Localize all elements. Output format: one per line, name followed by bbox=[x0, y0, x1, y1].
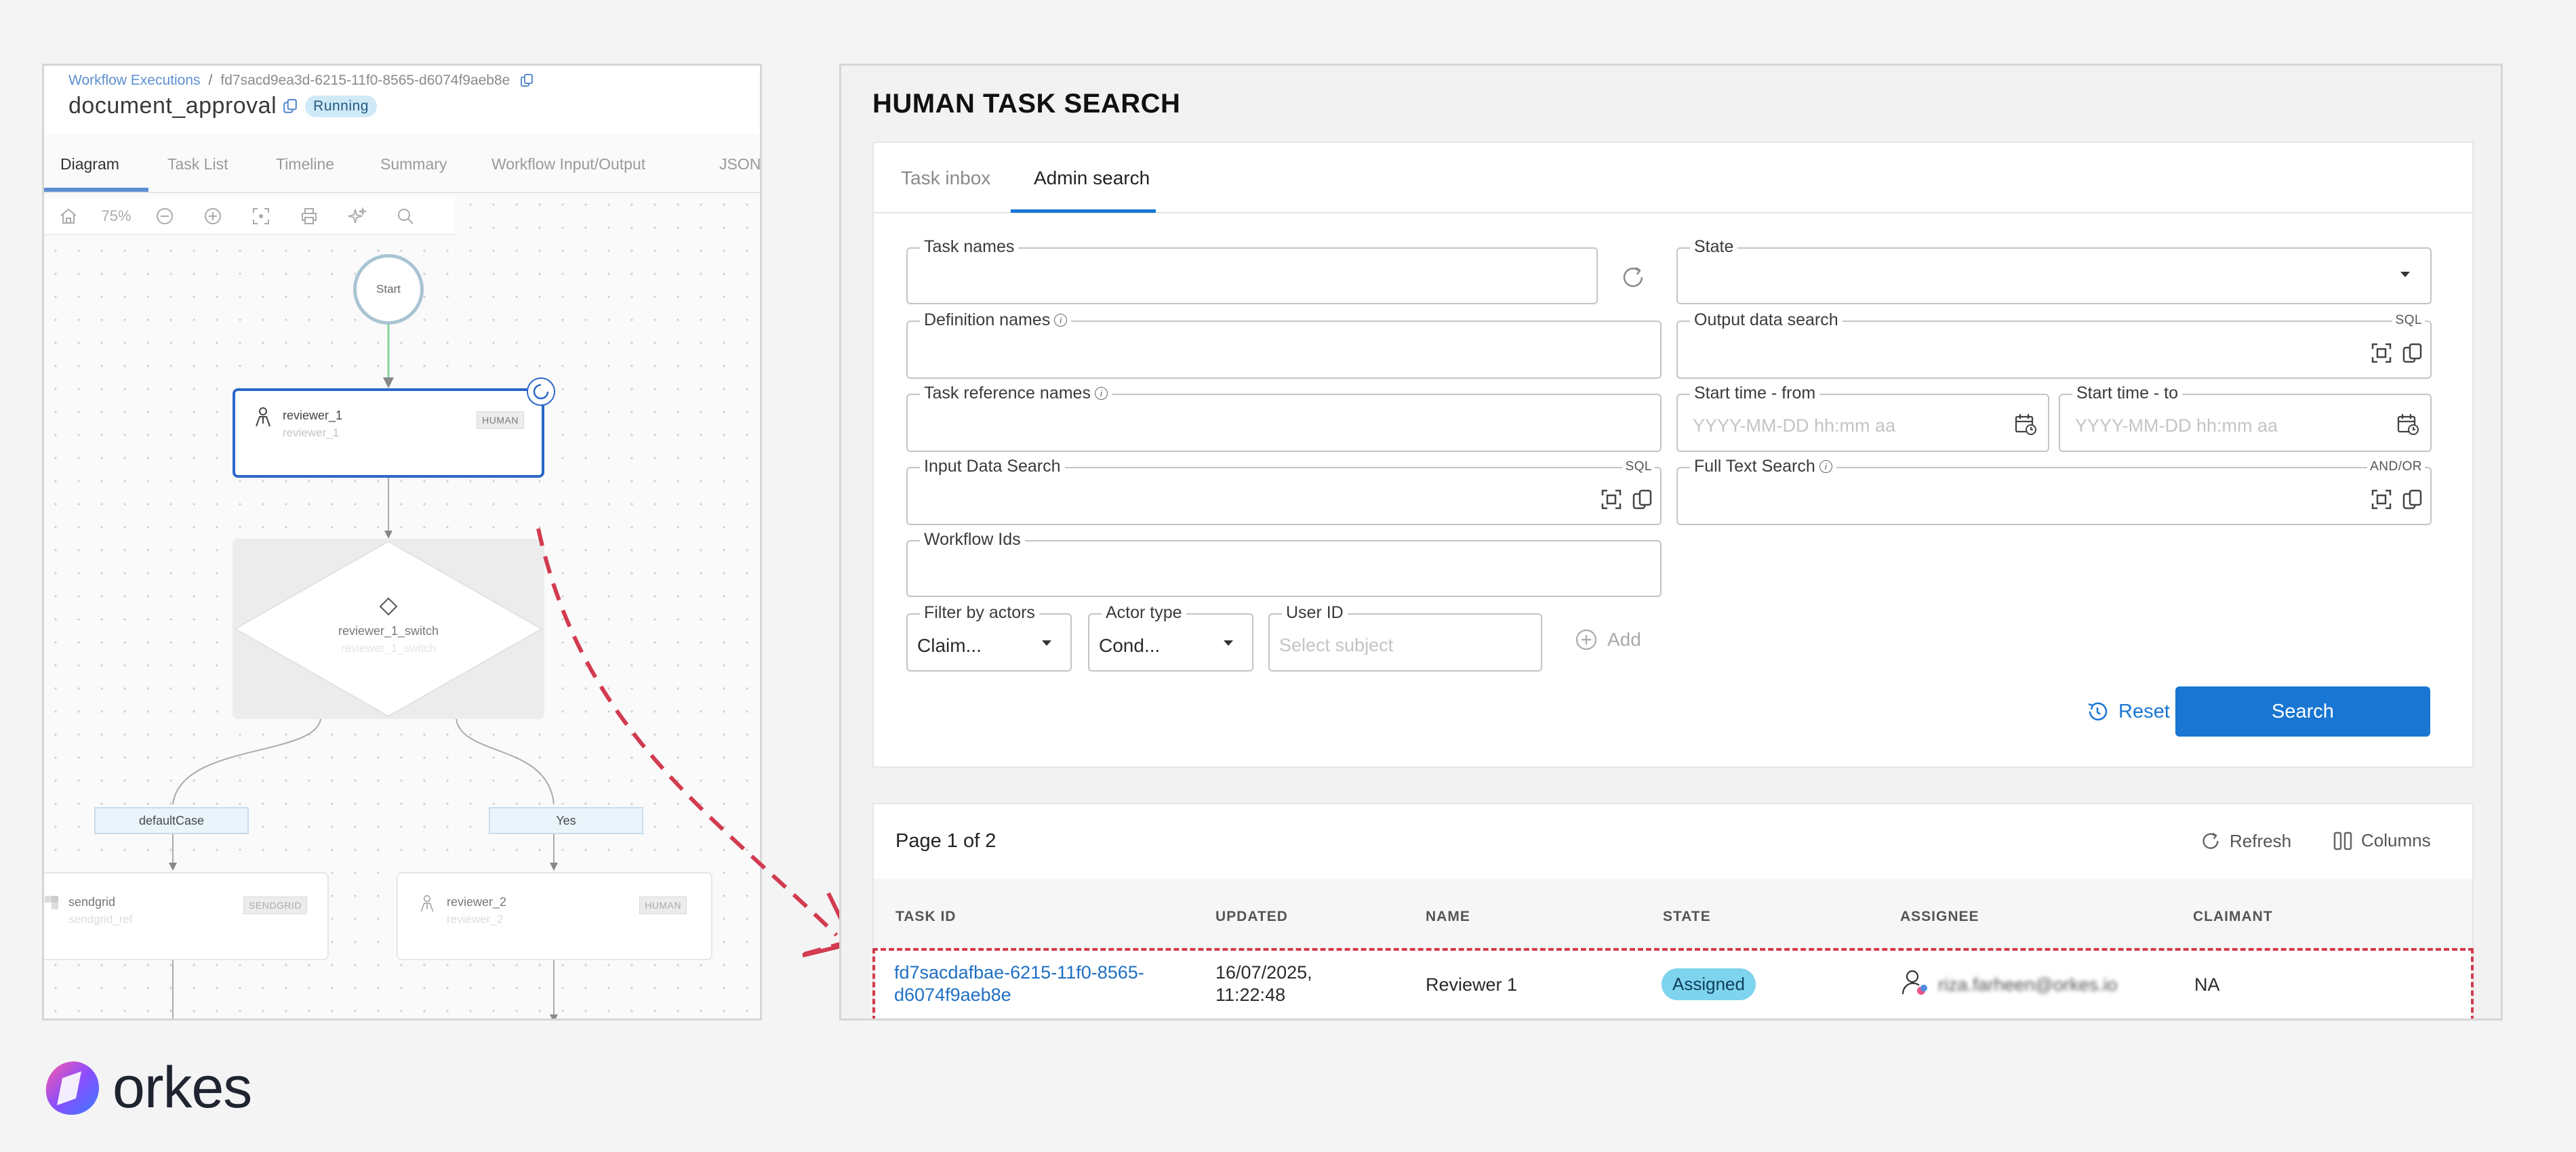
field-label: Input Data Search bbox=[920, 457, 1065, 476]
selected-value: Claim... bbox=[917, 635, 982, 656]
task-names-field[interactable]: Task names bbox=[906, 237, 1598, 304]
field-icons bbox=[2371, 342, 2423, 364]
full-text-search-field[interactable]: Full Text Search i AND/OR bbox=[1676, 457, 2432, 525]
field-label: Start time - from bbox=[1690, 384, 1820, 403]
column-header[interactable]: TASK ID bbox=[895, 909, 956, 925]
sql-tag: SQL bbox=[2392, 313, 2425, 328]
tab-admin-search[interactable]: Admin search bbox=[1034, 167, 1150, 189]
refresh-button[interactable]: Refresh bbox=[2200, 830, 2291, 852]
field-label: Filter by actors bbox=[920, 603, 1039, 623]
search-tabs: Task inbox Admin search bbox=[874, 143, 2472, 213]
page-title: HUMAN TASK SEARCH bbox=[872, 89, 1181, 119]
date-placeholder: YYYY-MM-DD hh:mm aa bbox=[1693, 415, 1896, 436]
field-label: Task names bbox=[920, 237, 1019, 257]
start-time-from-field[interactable]: Start time - from YYYY-MM-DD hh:mm aa bbox=[1676, 384, 2049, 452]
column-header[interactable]: CLAIMANT bbox=[2193, 909, 2273, 925]
search-button[interactable]: Search bbox=[2175, 686, 2430, 737]
calendar-icon[interactable] bbox=[2396, 413, 2419, 436]
field-icons bbox=[2371, 489, 2423, 510]
field-label: Full Text Search i bbox=[1690, 457, 1836, 476]
filter-by-actors-select[interactable]: Filter by actors Claim... bbox=[906, 603, 1072, 672]
refresh-icon bbox=[2200, 830, 2221, 852]
refresh-label: Refresh bbox=[2230, 830, 2292, 851]
field-label-text: Task reference names bbox=[924, 384, 1091, 403]
input-data-search-field[interactable]: Input Data Search SQL bbox=[906, 457, 1662, 525]
field-label: Actor type bbox=[1102, 603, 1186, 623]
expand-icon[interactable] bbox=[2371, 342, 2392, 364]
copy-icon[interactable] bbox=[2402, 489, 2423, 510]
state-select[interactable]: State bbox=[1676, 237, 2432, 304]
info-icon[interactable]: i bbox=[1094, 387, 1108, 400]
columns-button[interactable]: Columns bbox=[2333, 830, 2431, 851]
actor-type-select[interactable]: Actor type Cond... bbox=[1088, 603, 1253, 672]
add-circle-icon bbox=[1575, 628, 1598, 651]
info-icon[interactable]: i bbox=[1819, 460, 1832, 473]
highlighted-row-outline bbox=[872, 948, 2474, 1019]
reset-label: Reset bbox=[2118, 700, 2170, 722]
definition-names-field[interactable]: Definition names i bbox=[906, 310, 1662, 379]
refresh-icon[interactable] bbox=[1619, 264, 1647, 291]
column-header[interactable]: STATE bbox=[1663, 909, 1711, 925]
field-label: User ID bbox=[1282, 603, 1348, 623]
user-id-placeholder: Select subject bbox=[1279, 635, 1394, 655]
column-header[interactable]: UPDATED bbox=[1215, 909, 1288, 925]
expand-icon[interactable] bbox=[1601, 489, 1622, 510]
and-or-tag: AND/OR bbox=[2367, 459, 2425, 474]
field-icons bbox=[1601, 489, 1653, 510]
selected-value: Cond... bbox=[1099, 635, 1161, 656]
field-label: Output data search bbox=[1690, 310, 1843, 330]
reset-button[interactable]: Reset bbox=[2086, 700, 2170, 723]
date-placeholder: YYYY-MM-DD hh:mm aa bbox=[2075, 415, 2278, 436]
tab-task-inbox[interactable]: Task inbox bbox=[901, 167, 990, 189]
field-label: Workflow Ids bbox=[920, 530, 1025, 550]
field-label-text: Definition names bbox=[924, 310, 1051, 329]
field-label: State bbox=[1690, 237, 1738, 257]
orkes-logo-text: orkes bbox=[113, 1055, 252, 1120]
human-task-search-panel: HUMAN TASK SEARCH Task inbox Admin searc… bbox=[839, 64, 2503, 1021]
output-data-search-field[interactable]: Output data search SQL bbox=[1676, 310, 2432, 379]
add-label: Add bbox=[1607, 629, 1641, 650]
chevron-down-icon bbox=[1222, 639, 1234, 647]
copy-icon[interactable] bbox=[1632, 489, 1653, 510]
expand-icon[interactable] bbox=[2371, 489, 2392, 510]
column-header[interactable]: ASSIGNEE bbox=[1900, 909, 1979, 925]
sql-tag: SQL bbox=[1622, 459, 1655, 474]
info-icon[interactable]: i bbox=[1054, 314, 1068, 327]
columns-label: Columns bbox=[2361, 830, 2431, 850]
chevron-down-icon bbox=[2399, 270, 2411, 279]
chevron-down-icon bbox=[1041, 639, 1053, 647]
field-label: Definition names i bbox=[920, 310, 1072, 330]
copy-icon[interactable] bbox=[2402, 342, 2423, 364]
page-indicator: Page 1 of 2 bbox=[895, 830, 997, 852]
add-actor-button[interactable]: Add bbox=[1575, 628, 1641, 651]
workflow-ids-field[interactable]: Workflow Ids bbox=[906, 530, 1662, 597]
columns-icon bbox=[2333, 831, 2353, 851]
column-header[interactable]: NAME bbox=[1426, 909, 1470, 925]
orkes-logo: orkes bbox=[42, 1054, 252, 1122]
task-reference-names-field[interactable]: Task reference names i bbox=[906, 384, 1662, 452]
field-label: Start time - to bbox=[2072, 384, 2183, 403]
table-header: TASK ID UPDATED NAME STATE ASSIGNEE CLAI… bbox=[874, 879, 2472, 948]
search-form-card: Task inbox Admin search Task names State… bbox=[872, 142, 2474, 768]
orkes-logo-mark bbox=[42, 1058, 103, 1119]
reset-icon bbox=[2086, 700, 2109, 723]
start-time-to-field[interactable]: Start time - to YYYY-MM-DD hh:mm aa bbox=[2059, 384, 2432, 452]
active-tab-indicator bbox=[1011, 209, 1156, 213]
field-label-text: Full Text Search bbox=[1694, 457, 1815, 476]
field-label: Task reference names i bbox=[920, 384, 1112, 403]
user-id-field[interactable]: User ID Select subject bbox=[1268, 603, 1542, 672]
calendar-icon[interactable] bbox=[2014, 413, 2037, 436]
